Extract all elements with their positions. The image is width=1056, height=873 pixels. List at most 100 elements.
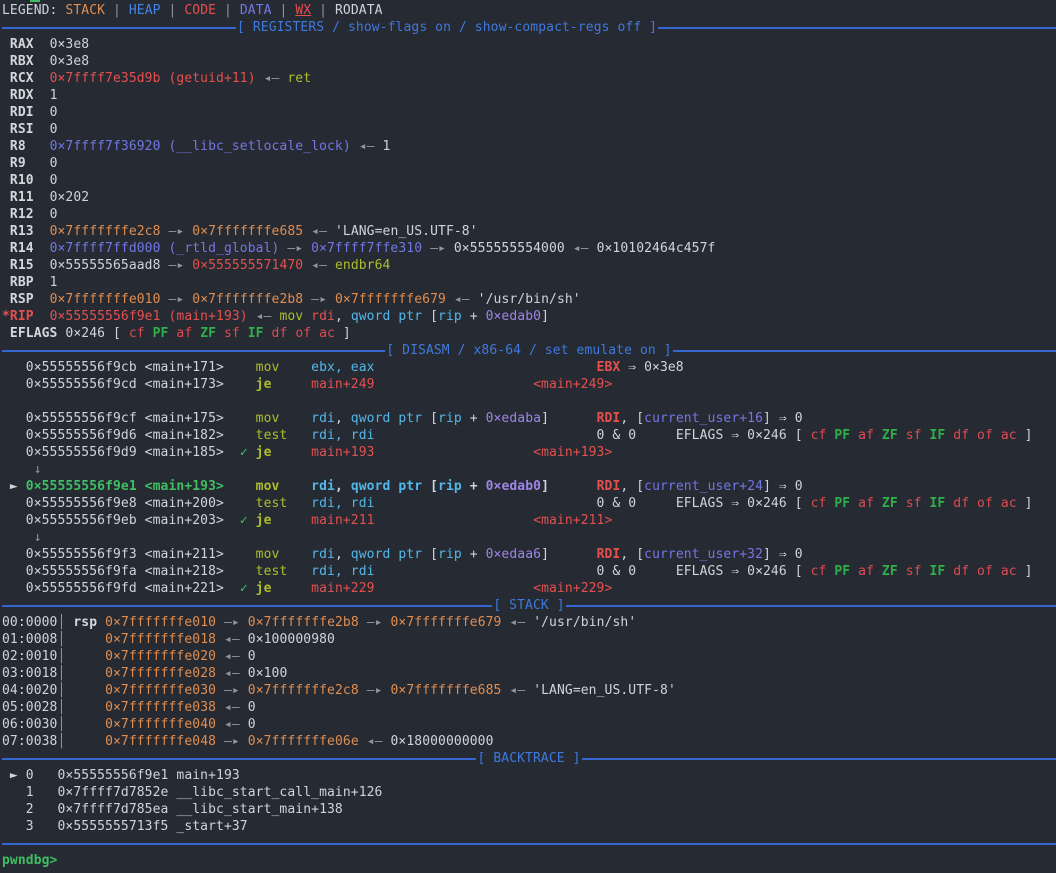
text-segment: af (176, 326, 200, 341)
text-segment: 0×55555565aad8 (50, 258, 161, 273)
text-segment: 0×246 (65, 326, 113, 341)
text-segment: —▸ (216, 615, 248, 630)
register-row-rbp: RBP 1 (2, 274, 1056, 291)
text-segment (65, 683, 105, 698)
legend-stack: STACK (65, 3, 105, 18)
text-segment: [ (430, 411, 438, 426)
current-frame-marker: ► (2, 768, 26, 783)
text-segment: rdi (311, 479, 335, 494)
text-segment: 0×7fffffffe2c8 (50, 224, 161, 239)
text-segment: cf (811, 428, 835, 443)
text-segment: mov (279, 309, 303, 324)
text-segment: —▸ (359, 683, 391, 698)
text-segment: 0×7ffff7ffe310 (311, 241, 422, 256)
text-segment: cf (129, 326, 153, 341)
text-segment (65, 700, 105, 715)
text-segment: , (335, 479, 351, 494)
text-segment: af (858, 428, 882, 443)
text-segment (375, 496, 597, 511)
text-segment (375, 564, 597, 579)
text-segment: + (462, 309, 486, 324)
text-segment: EFLAGS ⇒ 0×246 (676, 496, 795, 511)
text-segment: | (161, 3, 185, 18)
text-segment: df (953, 428, 977, 443)
stack-row-2: 02:0010│ 0×7fffffffe020 ◂— 0 (2, 648, 1056, 665)
text-segment: *RIP (2, 309, 50, 324)
text-segment: 0×55555556f9f3 <main+211> (2, 547, 256, 562)
text-segment: 'LANG=en_US.UTF-8' (533, 683, 676, 698)
text-segment: | (311, 3, 335, 18)
text-segment (636, 496, 676, 511)
text-segment: ] (541, 411, 549, 426)
text-segment: ⇒ 0×3e8 (620, 360, 683, 375)
divider-rule (2, 605, 492, 607)
prompt-line[interactable]: pwndbg> (2, 852, 1056, 869)
text-segment: current_user+24 (644, 479, 763, 494)
text-segment: 05:0028 (2, 700, 58, 715)
stack-row-3: 03:0018│ 0×7fffffffe028 ◂— 0×100 (2, 665, 1056, 682)
text-segment: [ (430, 479, 438, 494)
stack-header: [ STACK ] (2, 597, 1056, 614)
text-segment: 0×7fffffffe679 (335, 292, 446, 307)
backtrace-frame-1: 1 0×7ffff7d7852e __libc_start_call_main+… (2, 784, 1056, 801)
backtrace-header: [ BACKTRACE ] (2, 750, 1056, 767)
text-segment: 0×7fffffffe685 (192, 224, 303, 239)
disasm-row-main-218: 0×55555556f9fa <main+218> test rdi, rdi … (2, 563, 1056, 580)
text-segment: 0×7fffffffe010 (105, 615, 216, 630)
text-segment: , [ (620, 479, 644, 494)
text-segment: 0×3e8 (50, 54, 90, 69)
text-segment: ◂— (216, 649, 248, 664)
register-row-eflags: EFLAGS 0×246 [ cf PF af ZF sf IF df of a… (2, 325, 1056, 342)
text-segment: mov (256, 411, 312, 426)
text-segment: af (858, 496, 882, 511)
text-segment: 0×55555556f9fa <main+218> (2, 564, 256, 579)
text-segment: 0×7ffff7ffd000 (_rtld_global) (50, 241, 280, 256)
text-segment: ◂— (216, 632, 248, 647)
text-segment: —▸ (216, 683, 248, 698)
text-segment: RDX (2, 88, 50, 103)
text-segment: rip (438, 479, 462, 494)
text-segment: 0×10102464c457f (597, 241, 716, 256)
backtrace-panel: ► 0 0×55555556f9e1 main+193 1 0×7ffff7d7… (2, 767, 1056, 835)
text-segment: ◂— (216, 700, 248, 715)
text-segment: RDI (597, 411, 621, 426)
text-segment: ◂— (248, 309, 280, 324)
text-segment: R9 (2, 156, 50, 171)
text-segment (375, 360, 597, 375)
stack-row-5: 05:0028│ 0×7fffffffe038 ◂— 0 (2, 699, 1056, 716)
text-segment: test (256, 496, 312, 511)
disasm-row-main-193-current: ► 0×55555556f9e1 <main+193> mov rdi, qwo… (2, 478, 1056, 495)
text-segment: 0×3e8 (50, 37, 90, 52)
legend-code: CODE (184, 3, 216, 18)
prompt[interactable]: pwndbg> (2, 853, 58, 868)
text-segment: , (335, 411, 351, 426)
disasm-row-main-211: 0×55555556f9f3 <main+211> mov rdi, qword… (2, 546, 1056, 563)
text-segment: RDI (2, 105, 50, 120)
branch-taken-check: ✓ (240, 445, 256, 460)
text-segment: 0×7fffffffe048 (105, 734, 216, 749)
stack-row-6: 06:0030│ 0×7fffffffe040 ◂— 0 (2, 716, 1056, 733)
text-segment: 1 (50, 275, 58, 290)
text-segment: current_user+32 (644, 547, 763, 562)
disasm-row-main-182: 0×55555556f9d6 <main+182> test rdi, rdi … (2, 427, 1056, 444)
text-segment: RSP (2, 292, 50, 307)
text-segment: df (953, 496, 977, 511)
text-segment: mov (256, 479, 312, 494)
text-segment: 03:0018 (2, 666, 58, 681)
pwndbg-terminal[interactable]: LEGEND: STACK | HEAP | CODE | DATA | WX … (0, 0, 1056, 873)
text-segment: ] ⇒ 0 (763, 411, 803, 426)
text-segment: 06:0030 (2, 717, 58, 732)
register-row-r9: R9 0 (2, 155, 1056, 172)
backtrace-frame-3: 3 0×5555555713f5 _start+37 (2, 818, 1056, 835)
text-segment: je (256, 445, 312, 460)
text-segment: 0×edab0 (486, 309, 542, 324)
text-segment: RDI (597, 547, 621, 562)
current-instruction-marker: ► (2, 479, 26, 494)
text-segment: IF (929, 496, 953, 511)
text-segment: R13 (2, 224, 50, 239)
text-segment: je (256, 513, 312, 528)
text-segment: | (105, 3, 129, 18)
text-segment (636, 428, 676, 443)
stack-panel: 00:0000│ rsp 0×7fffffffe010 —▸ 0×7ffffff… (2, 614, 1056, 750)
text-segment: 0 0×55555556f9e1 main+193 (26, 768, 240, 783)
